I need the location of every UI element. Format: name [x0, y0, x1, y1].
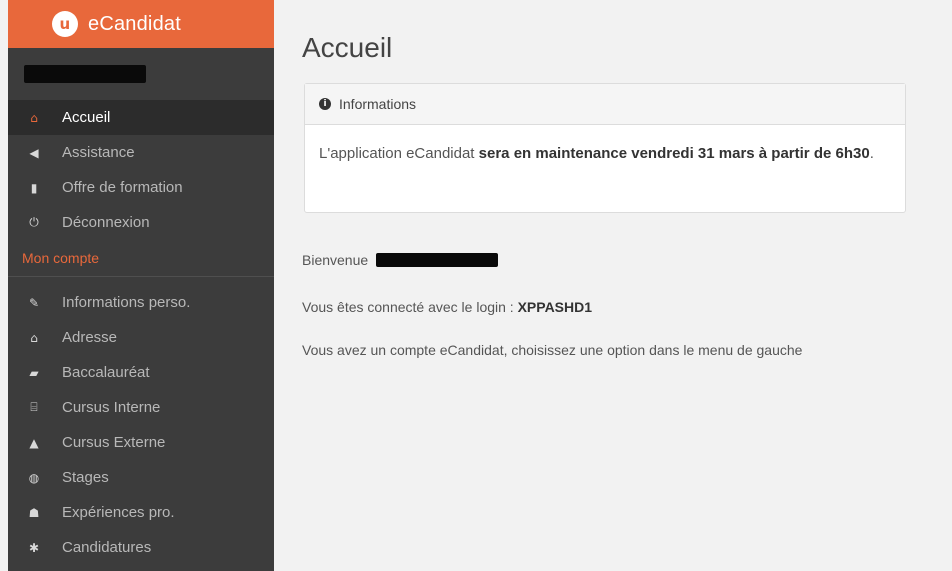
app-window: u eCandidat ⌂ Accueil ◀ Assistance ▮ Off…	[0, 0, 952, 571]
page-title: Accueil	[302, 32, 393, 63]
section-title-mon-compte: Mon compte	[8, 240, 274, 277]
maintenance-text-bold: sera en maintenance vendredi 31 mars à p…	[478, 145, 870, 162]
sidebar-item-assistance[interactable]: ◀ Assistance	[8, 135, 274, 170]
sidebar-item-label: Stages	[62, 469, 109, 486]
sidebar-item-baccalaureat[interactable]: ▰ Baccalauréat	[8, 355, 274, 390]
info-circle-icon: i	[319, 98, 331, 110]
sidebar-item-cursus-externe[interactable]: ▲ Cursus Externe	[8, 425, 274, 460]
maintenance-text-prefix: L'application eCandidat	[319, 145, 479, 162]
brand-header[interactable]: u eCandidat	[8, 0, 274, 48]
bookmark-icon: ▮	[30, 180, 38, 195]
sidebar-item-adresse[interactable]: ⌂ Adresse	[8, 320, 274, 355]
login-line: Vous êtes connecté avec le login : XPPAS…	[302, 299, 592, 315]
bullhorn-icon: ◀	[29, 145, 39, 160]
sidebar-item-label: Accueil	[62, 109, 111, 126]
panel-body: L'application eCandidat sera en maintena…	[305, 125, 905, 167]
login-value: XPPASHD1	[517, 299, 593, 315]
user-name-row	[8, 48, 274, 100]
globe-icon: ◍	[28, 470, 40, 485]
sidebar-item-label: Assistance	[62, 144, 135, 161]
sidebar-item-label: Déconnexion	[62, 214, 150, 231]
sidebar: u eCandidat ⌂ Accueil ◀ Assistance ▮ Off…	[8, 0, 274, 571]
sidebar-item-label: Cursus Interne	[62, 399, 161, 416]
sidebar-item-candidatures[interactable]: ✱ Candidatures	[8, 530, 274, 565]
book-icon: ▰	[29, 365, 39, 380]
redacted-welcome-name	[376, 253, 499, 267]
welcome-label: Bienvenue	[302, 252, 369, 268]
graduation-cap-icon: ▲	[29, 435, 39, 450]
home-icon: ⌂	[30, 110, 38, 125]
main-content: Accueil i Informations L'application eCa…	[300, 0, 952, 571]
sidebar-item-label: Cursus Externe	[62, 434, 166, 451]
sidebar-item-label: Offre de formation	[62, 179, 183, 196]
app-name: eCandidat	[88, 12, 181, 35]
sidebar-item-label: Expériences pro.	[62, 504, 175, 521]
panel-header: i Informations	[305, 84, 905, 125]
sidebar-item-label: Candidatures	[62, 539, 152, 556]
sidebar-item-cursus-interne[interactable]: ⌸ Cursus Interne	[8, 390, 274, 425]
sidebar-item-informations-perso[interactable]: ✎ Informations perso.	[8, 285, 274, 320]
sidebar-item-offre-de-formation[interactable]: ▮ Offre de formation	[8, 170, 274, 205]
sidebar-item-label: Adresse	[62, 329, 118, 346]
welcome-line: Bienvenue	[302, 252, 499, 268]
sidebar-item-label: Informations perso.	[62, 294, 191, 311]
star-icon: ✱	[28, 540, 40, 555]
login-label: Vous êtes connecté avec le login :	[302, 299, 518, 315]
home-icon: ⌂	[30, 330, 38, 345]
pencil-icon: ✎	[28, 295, 40, 310]
informations-panel: i Informations L'application eCandidat s…	[304, 83, 906, 213]
sidebar-item-deconnexion[interactable]: ⏻ Déconnexion	[8, 205, 274, 240]
redacted-user-name	[24, 65, 146, 83]
account-message: Vous avez un compte eCandidat, choisisse…	[302, 342, 803, 358]
sidebar-item-accueil[interactable]: ⌂ Accueil	[8, 100, 274, 135]
power-icon: ⏻	[29, 215, 39, 229]
sidebar-item-stages[interactable]: ◍ Stages	[8, 460, 274, 495]
sidebar-item-label: Baccalauréat	[62, 364, 150, 381]
users-icon: ☗	[28, 505, 40, 520]
university-icon: ⌸	[30, 400, 38, 414]
main-menu: ⌂ Accueil ◀ Assistance ▮ Offre de format…	[8, 100, 274, 240]
app-logo-icon: u	[52, 11, 78, 37]
maintenance-text-suffix: .	[869, 145, 874, 162]
panel-header-title: Informations	[339, 96, 417, 112]
account-menu: ✎ Informations perso. ⌂ Adresse ▰ Baccal…	[8, 285, 274, 565]
sidebar-item-experiences-pro[interactable]: ☗ Expériences pro.	[8, 495, 274, 530]
